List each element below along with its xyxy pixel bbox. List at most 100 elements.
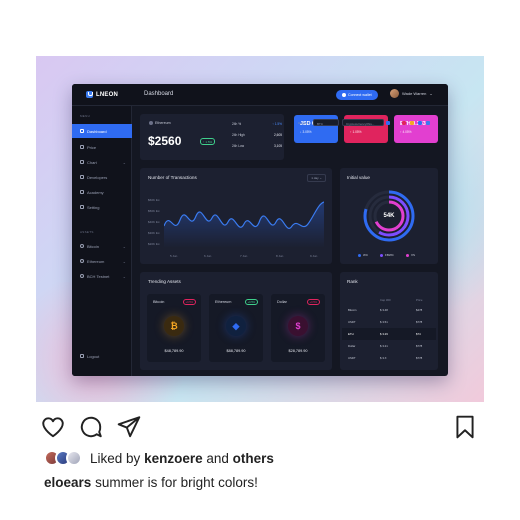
sidebar-item-dashboard[interactable]: Dashboard	[72, 124, 132, 138]
legend-dot	[380, 253, 383, 257]
share-icon[interactable]	[418, 121, 422, 125]
bookmark-icon[interactable]	[452, 414, 478, 440]
table-row[interactable]: USDT $ 3.X $778	[342, 352, 436, 364]
table-row[interactable]: USDT $ 3.51 $778	[342, 316, 436, 328]
asset-value: $48,789.90	[164, 349, 184, 353]
ticker-change: ↑ 1.05%	[350, 130, 362, 134]
stat-value: ↑ 1.5%	[272, 122, 282, 126]
ethereum-icon: ◆	[226, 316, 246, 336]
transactions-title: Number of Transactions	[148, 175, 197, 180]
sidebar-item-setting[interactable]: Setting	[72, 200, 132, 214]
y-tick-label: $40K list	[148, 220, 160, 224]
wallet-icon	[342, 93, 346, 97]
user-menu[interactable]: Wade Warren ⌄	[390, 89, 433, 98]
rank-cell: ETH	[348, 332, 354, 336]
sidebar-item-label: Chart	[87, 159, 97, 165]
copy-icon[interactable]	[386, 121, 390, 125]
connect-wallet-button[interactable]: Connect wallet	[336, 90, 378, 100]
liked-by-prefix: Liked by	[90, 450, 141, 466]
ticker-change: ↑ 4.05%	[400, 130, 412, 134]
caption-username-link[interactable]: eloears	[44, 475, 91, 490]
sidebar-item-label: Price	[87, 144, 97, 150]
heart-icon[interactable]	[402, 121, 406, 125]
sidebar-item-chart[interactable]: Chart ⌄	[72, 155, 132, 169]
legend-label: XS	[411, 253, 416, 257]
table-row[interactable]: ETH $ 3.29 $74	[342, 328, 436, 340]
y-tick-label: $30K list	[148, 231, 160, 235]
gear-icon	[80, 205, 84, 209]
sidebar-asset-bch-testnet[interactable]: BCH Testnet ⌄	[72, 269, 132, 283]
heart-icon[interactable]	[40, 414, 66, 440]
ethereum-change-badge: ↑ 1.5%	[200, 138, 216, 145]
rank-cell: USDT	[348, 356, 356, 360]
grid-icon	[80, 129, 84, 133]
chevron-down-icon: ⌄	[122, 258, 126, 264]
ethereum-label: Ethereum	[155, 121, 171, 125]
rank-cell: $778	[416, 356, 423, 360]
trending-assets-card: Trending Assets Bitcoin +0.5% ₿ $48,789.…	[140, 272, 332, 370]
liked-by-others-link[interactable]: others	[233, 451, 274, 466]
ethereum-card: Ethereum $2560 ↑ 1.5% 24h % ↑ 1.5% 24h H…	[140, 114, 284, 160]
rank-cell: $ 3.X	[380, 356, 387, 360]
y-tick-label: $60K list	[148, 198, 160, 202]
stat-label: 24h High	[232, 133, 245, 137]
ticker-card-eth[interactable]: ETH 0.333 ↑ 4.05%	[394, 115, 438, 143]
convert-to-input[interactable]: Cryptocurrency/this...	[342, 119, 384, 126]
initial-value-title: Initial value	[347, 175, 370, 180]
rank-cell: $74	[416, 332, 421, 336]
stat-value: 2,605	[274, 133, 282, 137]
bitcoin-icon	[80, 244, 84, 248]
chart-icon	[80, 160, 84, 164]
sidebar-item-label: Academy	[87, 189, 104, 195]
code-icon	[80, 175, 84, 179]
logo: LNEON	[86, 91, 118, 98]
liked-by-and: and	[206, 450, 229, 466]
asset-change-badge: +0.5%	[244, 299, 258, 305]
bitcoin-icon: ₿	[164, 316, 184, 336]
x-tick-label: 8 Jun	[276, 254, 284, 258]
chevron-down-icon: ⌄	[122, 273, 126, 279]
bch-icon	[80, 274, 84, 278]
trending-asset-bitcoin[interactable]: Bitcoin +0.5% ₿ $48,789.90	[147, 294, 201, 362]
sidebar: MENU Dashboard Price Chart ⌄ Developers …	[72, 106, 132, 376]
transactions-card: Number of Transactions 1 day ⌄ $60K list…	[140, 168, 332, 264]
asset-change-badge: +0.5%	[182, 299, 196, 305]
sidebar-asset-ethereum[interactable]: Ethereum ⌄	[72, 254, 132, 268]
table-row[interactable]: Bitcoin $ 3.48 $478	[342, 304, 436, 316]
stat-24h-change: 24h % ↑ 1.5%	[232, 122, 282, 126]
initial-value-card: Initial value 54K WC FBWC XS	[340, 168, 438, 264]
logout-button[interactable]: Logout	[72, 349, 132, 363]
liked-by-user-link[interactable]: kenzoere	[144, 451, 203, 466]
stat-24h-high: 24h High 2,605	[232, 133, 282, 137]
comment-icon[interactable]	[78, 414, 104, 440]
range-select[interactable]: 1 day ⌄	[307, 174, 326, 182]
asset-name: Ethereum	[215, 300, 232, 304]
rank-card: Rank Cap 300 Price Bitcoin $ 3.48 $478 U…	[340, 272, 438, 370]
rank-cell: $ 3.51	[380, 320, 388, 324]
legend-dot	[358, 253, 361, 257]
sidebar-item-developers[interactable]: Developers	[72, 170, 132, 184]
sidebar-item-price[interactable]: Price	[72, 140, 132, 154]
stat-24h-low: 24h Low 3,105	[232, 144, 282, 148]
share-icon[interactable]	[116, 414, 142, 440]
rank-cell: $ 3.21	[380, 344, 388, 348]
sidebar-item-label: Bitcoin	[87, 243, 100, 249]
convert-from-select[interactable]: BTC	[313, 119, 339, 126]
link-icon[interactable]	[426, 121, 430, 125]
trending-asset-dollar[interactable]: Dollar +0.5% $ $28,789.90	[271, 294, 325, 362]
rank-cell: $778	[416, 344, 423, 348]
legend-item-xs: XS	[406, 253, 415, 257]
x-tick-label: 7 Jun	[240, 254, 248, 258]
ethereum-icon	[149, 121, 153, 125]
legend-label: WC	[363, 253, 368, 257]
tag-icon	[80, 145, 84, 149]
dollar-icon: $	[288, 316, 308, 336]
table-row[interactable]: Dollar $ 3.21 $778	[342, 340, 436, 352]
sidebar-item-academy[interactable]: Academy	[72, 185, 132, 199]
transactions-line-chart	[164, 201, 324, 248]
star-icon[interactable]	[410, 121, 414, 125]
chevron-down-icon: ⌄	[429, 91, 433, 96]
assets-section-label: ASSETS	[80, 230, 94, 234]
sidebar-asset-bitcoin[interactable]: Bitcoin ⌄	[72, 239, 132, 253]
trending-asset-ethereum[interactable]: Ethereum +0.5% ◆ $88,789.90	[209, 294, 263, 362]
